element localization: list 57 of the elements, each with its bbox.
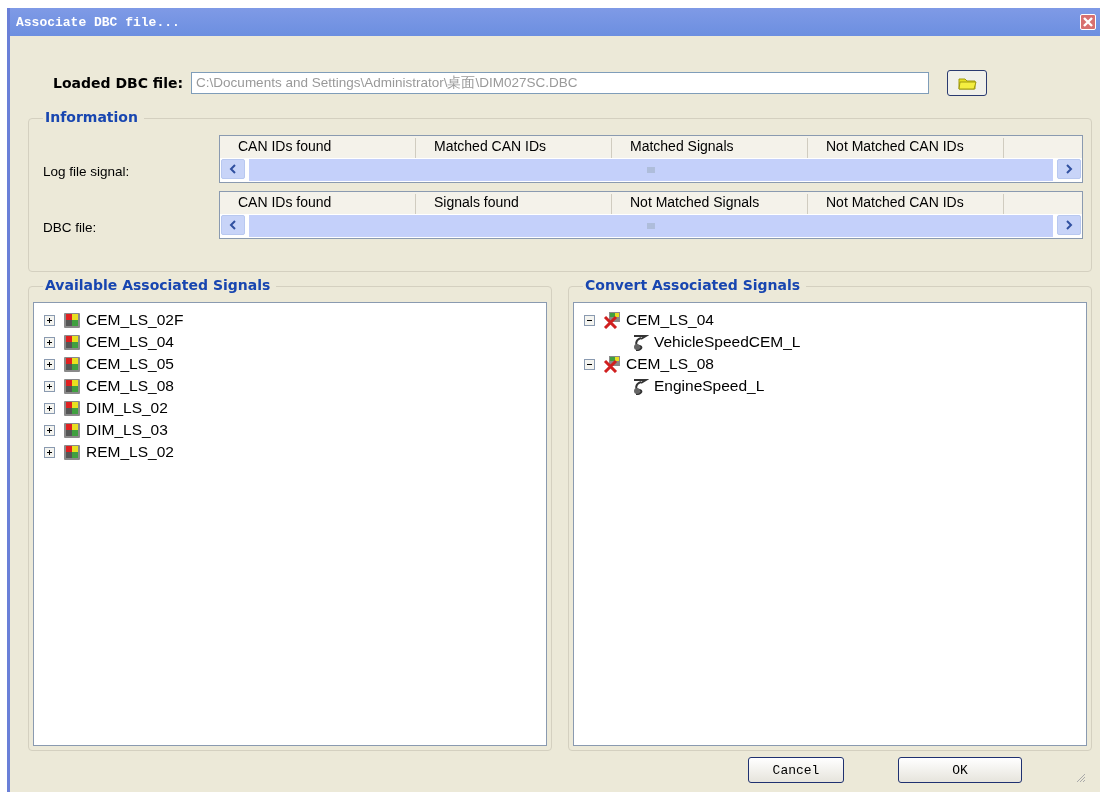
chevron-right-icon <box>1065 164 1073 174</box>
chevron-right-icon <box>1065 220 1073 230</box>
group-title: Available Associated Signals <box>43 277 277 293</box>
tree-item[interactable]: CEM_LS_02F <box>86 311 184 329</box>
expand-icon[interactable] <box>44 314 55 326</box>
expand-icon[interactable] <box>44 358 55 370</box>
group-title: Convert Associated Signals <box>583 277 807 293</box>
group-title: Information <box>43 109 144 125</box>
message-icon <box>63 421 81 439</box>
tree-item[interactable]: DIM_LS_02 <box>86 399 168 417</box>
dialog-button[interactable]: Cancel <box>748 757 844 783</box>
window-title: Associate DBC file... <box>16 14 180 30</box>
expand-icon[interactable] <box>44 336 55 348</box>
close-icon <box>1082 16 1094 28</box>
expand-icon[interactable] <box>44 446 55 458</box>
folder-icon <box>957 75 978 91</box>
grip-icon <box>647 223 655 229</box>
dialog-button[interactable]: OK <box>898 757 1022 783</box>
scroll-right-button[interactable] <box>1057 215 1081 235</box>
field-label: Loaded DBC file: <box>53 75 184 91</box>
list-label: DBC file: <box>42 220 98 237</box>
close-button[interactable] <box>1080 14 1096 30</box>
expand-icon[interactable] <box>44 402 55 414</box>
message-icon <box>63 355 81 373</box>
tree-item[interactable]: CEM_LS_08 <box>626 355 714 373</box>
message-icon <box>63 333 81 351</box>
scroll-right-button[interactable] <box>1057 159 1081 179</box>
probe-icon <box>631 333 649 351</box>
expand-icon[interactable] <box>44 380 55 392</box>
chevron-left-icon <box>229 220 237 230</box>
tree-item[interactable]: CEM_LS_05 <box>86 355 174 373</box>
list-label: Log file signal: <box>42 164 131 181</box>
tree-item[interactable]: EngineSpeed_L <box>654 377 765 395</box>
message-icon <box>63 311 81 329</box>
tree-item[interactable]: CEM_LS_04 <box>626 311 714 329</box>
message-icon <box>63 399 81 417</box>
collapse-icon[interactable] <box>584 358 595 370</box>
crossed-message-icon <box>603 311 621 329</box>
scroll-bar[interactable] <box>220 214 1082 238</box>
tree-item[interactable]: VehicleSpeedCEM_L <box>654 333 801 351</box>
browse-button[interactable] <box>947 70 988 96</box>
collapse-icon[interactable] <box>584 314 595 326</box>
resize-grip-icon <box>1076 773 1086 783</box>
chevron-left-icon <box>229 164 237 174</box>
message-icon <box>63 443 81 461</box>
tree-item[interactable]: CEM_LS_08 <box>86 377 174 395</box>
scroll-bar[interactable] <box>220 158 1082 182</box>
tree-item[interactable]: DIM_LS_03 <box>86 421 168 439</box>
expand-icon[interactable] <box>44 424 55 436</box>
scroll-left-button[interactable] <box>221 159 245 179</box>
message-icon <box>63 377 81 395</box>
tree-item[interactable]: CEM_LS_04 <box>86 333 174 351</box>
scroll-left-button[interactable] <box>221 215 245 235</box>
tree-item[interactable]: REM_LS_02 <box>86 443 174 461</box>
probe-icon <box>631 377 649 395</box>
grip-icon <box>647 167 655 173</box>
crossed-message-icon <box>603 355 621 373</box>
